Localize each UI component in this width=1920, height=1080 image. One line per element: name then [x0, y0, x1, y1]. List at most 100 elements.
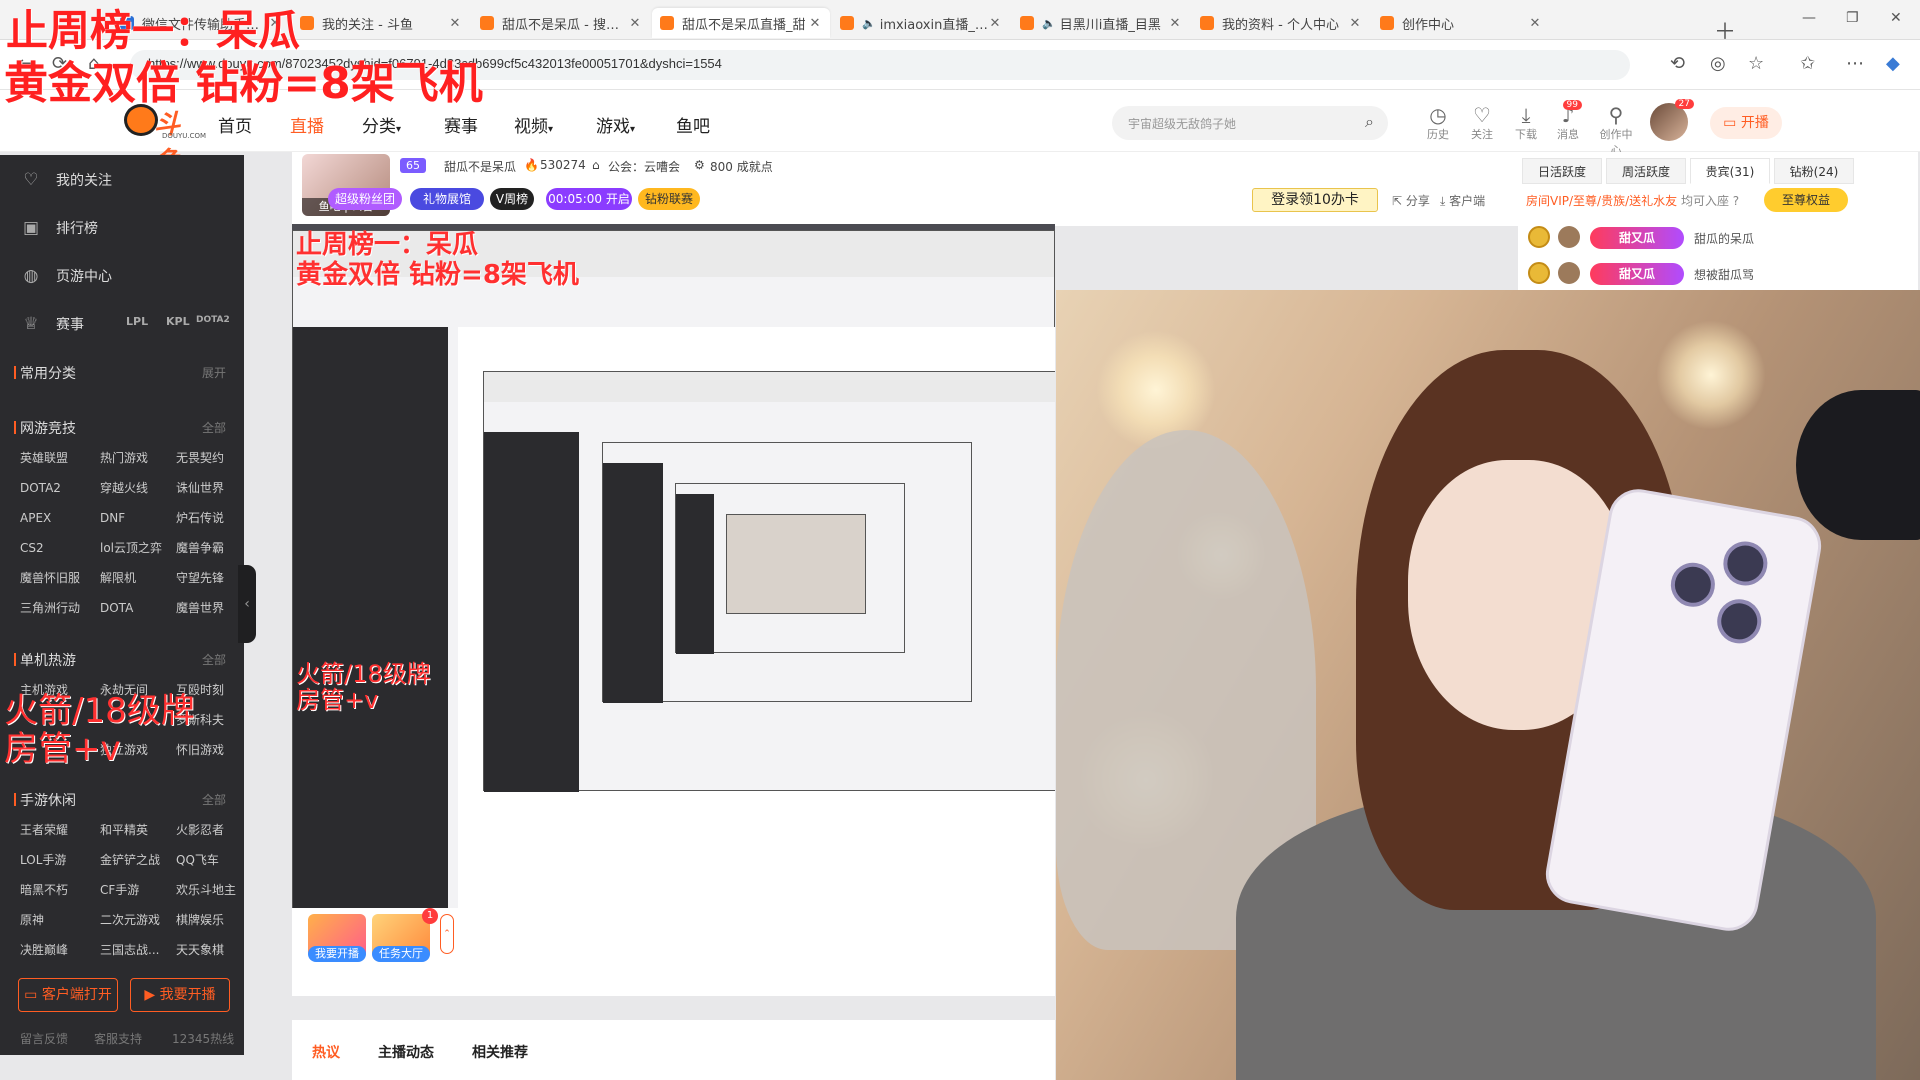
client-button[interactable]: ⤓ 客户端 — [1440, 192, 1485, 209]
client-open-button[interactable]: ▭ 客户端打开 — [18, 978, 118, 1012]
login-gift-button[interactable]: 登录领10办卡 — [1252, 188, 1378, 212]
category-link[interactable]: 魔兽世界 — [176, 598, 244, 618]
category-link[interactable]: CF手游 — [100, 880, 176, 900]
close-window-button[interactable]: ✕ — [1890, 10, 1902, 26]
room-pill-button[interactable]: 礼物展馆 — [410, 188, 484, 210]
category-link[interactable]: 决胜巅峰 — [0, 940, 100, 960]
tab-close-icon[interactable]: ✕ — [1348, 16, 1362, 31]
nav-item[interactable]: 首页 — [218, 112, 252, 137]
category-link[interactable]: 棋牌娱乐 — [176, 910, 244, 930]
category-link[interactable]: 穿越火线 — [100, 478, 176, 498]
help-icon[interactable]: ? — [1733, 194, 1739, 208]
video-player[interactable] — [292, 224, 1055, 908]
tab-anchor-updates[interactable]: 主播动态 — [378, 1042, 434, 1062]
speaker-icon[interactable]: 🔈 — [862, 17, 876, 30]
category-link[interactable]: 原神 — [0, 910, 100, 930]
header-history-button[interactable]: ◷ 历史 — [1418, 104, 1458, 142]
sidebar-item-events[interactable]: ♕ 赛事 — [20, 314, 84, 334]
reader-icon[interactable]: ◎ — [1710, 53, 1726, 74]
start-live-button[interactable]: ▭ 开播 — [1710, 107, 1782, 139]
lpl-logo[interactable]: LPL — [126, 315, 148, 328]
support-link[interactable]: 客服支持 — [94, 1030, 142, 1047]
tab-close-icon[interactable]: ✕ — [988, 16, 1002, 31]
category-link[interactable]: 热门游戏 — [100, 448, 176, 468]
feedback-link[interactable]: 留言反馈 — [20, 1030, 68, 1047]
section-more-link[interactable]: 全部 — [202, 791, 226, 808]
hotline-link[interactable]: 12345热线 — [172, 1030, 234, 1047]
tab-close-icon[interactable]: ✕ — [448, 16, 462, 31]
category-link[interactable]: QQ飞车 — [176, 850, 244, 870]
category-link[interactable]: APEX — [0, 508, 100, 528]
tab-close-icon[interactable]: ✕ — [808, 16, 822, 31]
category-link[interactable]: 怀旧游戏 — [176, 740, 244, 760]
copilot-icon[interactable]: ◆ — [1886, 53, 1900, 74]
tab-close-icon[interactable]: ✕ — [1168, 16, 1182, 31]
category-link[interactable]: DOTA2 — [0, 478, 100, 498]
category-link[interactable]: 三国志战... — [100, 940, 176, 960]
browser-tab[interactable]: 我的资料 - 个人中心 ✕ — [1192, 8, 1370, 38]
category-link[interactable]: 天天象棋 — [176, 940, 244, 960]
category-link[interactable]: 三角洲行动 — [0, 598, 100, 618]
category-link[interactable]: 和平精英 — [100, 820, 176, 840]
nav-item[interactable]: 鱼吧 — [676, 112, 710, 137]
favorite-icon[interactable]: ☆ — [1748, 53, 1764, 74]
nav-item[interactable]: 直播 — [290, 112, 324, 137]
more-icon[interactable]: ⋯ — [1846, 53, 1864, 74]
category-link[interactable]: 暗黑不朽 — [0, 880, 100, 900]
category-link[interactable]: 守望先锋 — [176, 568, 244, 588]
sidebar-collapse-handle[interactable]: ‹ — [238, 565, 256, 643]
room-pill-button[interactable]: 00:05:00 开启 — [546, 188, 632, 210]
category-link[interactable]: 金铲铲之战 — [100, 850, 176, 870]
dota2-logo[interactable]: DOTA2 — [196, 315, 230, 325]
room-pill-button[interactable]: V周榜 — [490, 188, 534, 210]
vip-rights-button[interactable]: 至尊权益 — [1764, 188, 1848, 212]
browser-tab[interactable]: 创作中心 ✕ — [1372, 8, 1550, 38]
header-download-button[interactable]: ⤓ 下载 — [1506, 104, 1546, 142]
tab-close-icon[interactable]: ✕ — [628, 16, 642, 31]
category-link[interactable]: LOL手游 — [0, 850, 100, 870]
sidebar-start-live-button[interactable]: ▶ 我要开播 — [130, 978, 230, 1012]
category-link[interactable]: DOTA — [100, 598, 176, 618]
minimize-button[interactable]: — — [1802, 10, 1816, 26]
header-message-button[interactable]: ♪ 消息 99 — [1548, 100, 1588, 142]
nav-item[interactable]: 游戏▾ — [596, 112, 635, 137]
browser-tab[interactable]: 甜瓜不是呆瓜直播_甜 ✕ — [652, 8, 830, 38]
category-link[interactable]: CS2 — [0, 538, 100, 558]
category-link[interactable]: 二次元游戏 — [100, 910, 176, 930]
favorites-list-icon[interactable]: ✩ — [1800, 53, 1815, 74]
sidebar-item-ranking[interactable]: ▣ 排行榜 — [20, 218, 98, 238]
gift-scroll-button[interactable]: ⌃ — [440, 914, 454, 954]
header-creator-button[interactable]: ⚲ 创作中心 — [1596, 104, 1636, 158]
expand-button[interactable]: 展开 — [202, 364, 226, 381]
share-button[interactable]: ⇱ 分享 — [1392, 192, 1430, 209]
search-input[interactable]: 宇宙超级无敌鸽子她 ⌕ — [1112, 106, 1388, 140]
sidebar-item-webgames[interactable]: ◍ 页游中心 — [20, 266, 112, 286]
rank-row[interactable]: 甜又瓜 甜瓜的呆瓜 — [1528, 224, 1828, 252]
tab-hot[interactable]: 热议 — [312, 1042, 340, 1062]
rank-tab[interactable]: 周活跃度 — [1606, 158, 1686, 184]
kpl-logo[interactable]: KPL — [166, 315, 190, 328]
rank-tab[interactable]: 钻粉(24) — [1774, 158, 1854, 184]
search-icon[interactable]: ⌕ — [1365, 112, 1374, 132]
category-link[interactable]: DNF — [100, 508, 176, 528]
rank-tab[interactable]: 日活跃度 — [1522, 158, 1602, 184]
user-avatar[interactable]: 27 — [1650, 99, 1694, 141]
category-link[interactable]: 欢乐斗地主 — [176, 880, 244, 900]
browser-tab[interactable]: 甜瓜不是呆瓜 - 搜索结 ✕ — [472, 8, 650, 38]
section-more-link[interactable]: 全部 — [202, 419, 226, 436]
rank-tab[interactable]: 贵宾(31) — [1690, 158, 1770, 184]
browser-tab[interactable]: 🔈 imxiaoxin直播_im ✕ — [832, 8, 1010, 38]
restore-button[interactable]: ❐ — [1846, 10, 1859, 26]
browser-tab[interactable]: 🔈 目黑川i直播_目黑 ✕ — [1012, 8, 1190, 38]
category-link[interactable]: 炉石传说 — [176, 508, 244, 528]
tab-close-icon[interactable]: ✕ — [1528, 16, 1542, 31]
section-more-link[interactable]: 全部 — [202, 651, 226, 668]
browser-tab[interactable]: 我的关注 - 斗鱼 ✕ — [292, 8, 470, 38]
category-link[interactable]: 诛仙世界 — [176, 478, 244, 498]
translate-icon[interactable]: ⟲ — [1670, 53, 1685, 74]
nav-item[interactable]: 视频▾ — [514, 112, 553, 137]
category-link[interactable]: lol云顶之弈 — [100, 538, 176, 558]
nav-item[interactable]: 赛事 — [444, 112, 478, 137]
category-link[interactable]: 魔兽怀旧服 — [0, 568, 100, 588]
sidebar-item-following[interactable]: ♡ 我的关注 — [20, 170, 112, 190]
